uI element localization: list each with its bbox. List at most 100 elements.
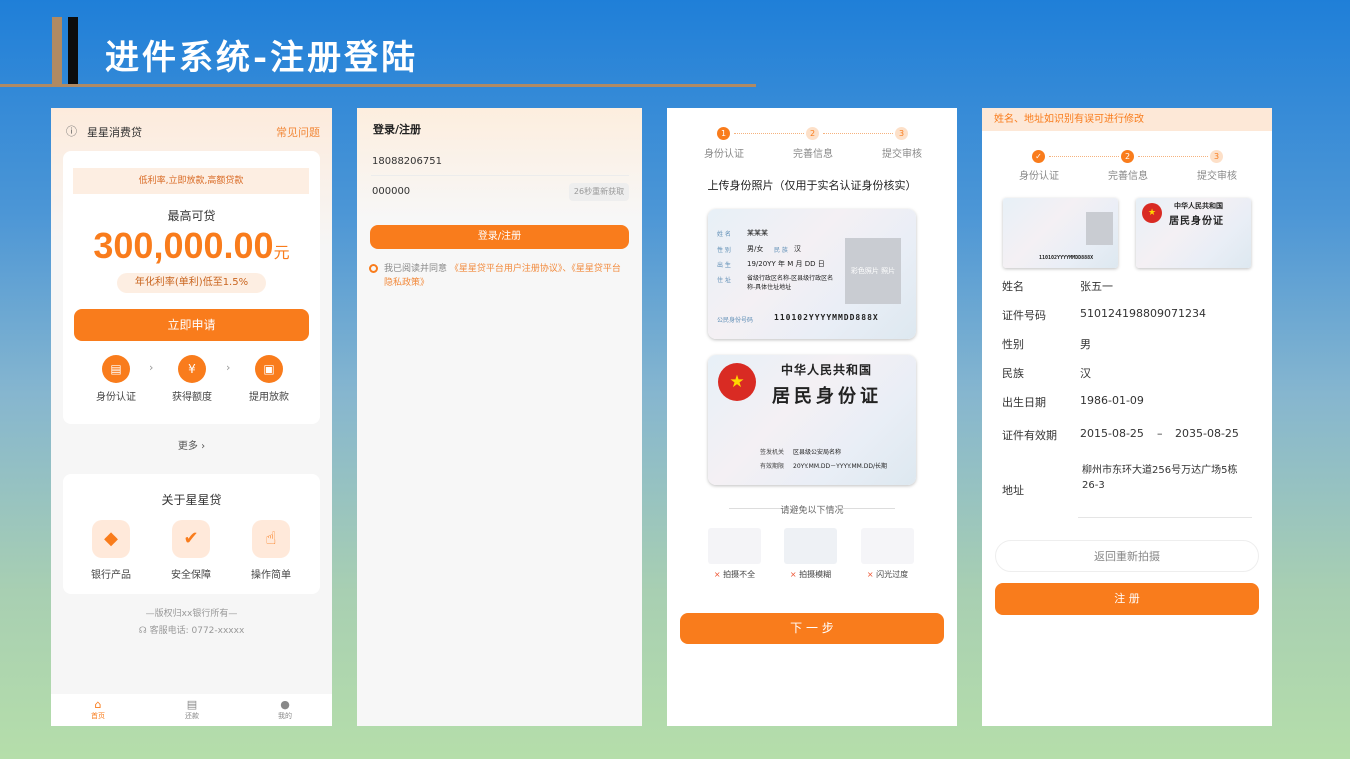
copyright: —版权归xx银行所有— bbox=[145, 609, 238, 619]
field-label: 姓 名 bbox=[717, 231, 731, 238]
step-label: 身份认证 bbox=[1019, 171, 1059, 182]
flow-step-label: 获得额度 bbox=[172, 392, 212, 403]
step-label: 提交审核 bbox=[1197, 171, 1237, 182]
photo-placeholder bbox=[1086, 212, 1113, 245]
bad-example-label: × 拍摄模糊 bbox=[789, 570, 832, 579]
document-name: 居民身份证 bbox=[1169, 216, 1224, 227]
field-label: 地址 bbox=[1002, 484, 1024, 497]
bad-example-thumb bbox=[784, 528, 837, 564]
slide-accent-bar-dark bbox=[68, 17, 78, 85]
field-value: 汉 bbox=[794, 245, 801, 253]
register-button[interactable]: 注 册 bbox=[995, 583, 1259, 615]
id-back-upload[interactable]: ★ 中华人民共和国 居民身份证 签发机关 区县级公安局名称 有效期限 20YY.… bbox=[708, 355, 916, 485]
field-label: 民族 bbox=[1002, 367, 1024, 380]
emblem-icon: ★ bbox=[1142, 203, 1162, 223]
x-icon: × bbox=[713, 570, 721, 579]
nav-home[interactable]: ⌂ 首页 bbox=[73, 698, 123, 721]
user-icon: ● bbox=[280, 698, 290, 711]
bottom-nav: ⌂ 首页 ▤ 还款 ● 我的 bbox=[51, 694, 332, 726]
divider bbox=[1078, 517, 1252, 518]
field-value: 区县级公安局名称 bbox=[793, 449, 842, 456]
gender-field[interactable]: 男 bbox=[1080, 336, 1091, 352]
login-button[interactable]: 登录/注册 bbox=[370, 225, 629, 249]
step-connector bbox=[1049, 156, 1119, 157]
step-dot-3: 3 bbox=[895, 127, 908, 140]
field-label: 公民身份号码 bbox=[717, 317, 754, 324]
field-label: 性 别 bbox=[717, 247, 731, 254]
bad-example-thumb bbox=[708, 528, 761, 564]
about-card: 关于星星贷 ◆ ✔ ☝ 银行产品 安全保障 操作简单 bbox=[63, 474, 320, 594]
phone-input[interactable]: 18088206751 bbox=[372, 156, 442, 167]
cube-icon: ◆ bbox=[92, 520, 130, 558]
about-title: 关于星星贷 bbox=[161, 493, 222, 507]
info-icon: ⓘ bbox=[66, 125, 77, 138]
field-label: 出生日期 bbox=[1002, 396, 1046, 409]
country-name: 中华人民共和国 bbox=[1174, 201, 1223, 210]
document-icon: ▤ bbox=[186, 698, 198, 711]
bad-example-label: × 闪光过度 bbox=[866, 570, 909, 579]
country-name: 中华人民共和国 bbox=[781, 363, 873, 377]
apply-button[interactable]: 立即申请 bbox=[74, 309, 309, 341]
chevron-right-icon: › bbox=[226, 361, 231, 374]
emblem-icon: ★ bbox=[718, 363, 756, 401]
more-link[interactable]: 更多 › bbox=[51, 437, 332, 452]
valid-from-field[interactable]: 2015-08-25 bbox=[1080, 427, 1144, 440]
x-icon: × bbox=[866, 570, 874, 579]
field-label: 性别 bbox=[1002, 338, 1024, 351]
name-field[interactable]: 张五一 bbox=[1080, 278, 1113, 294]
field-label: 有效期限 bbox=[760, 463, 785, 470]
id-front-upload[interactable]: 姓 名 某某某 性 别 男/女 民 族 汉 出 生 19/20YY 年 M 月 … bbox=[708, 209, 916, 339]
headset-icon: ☊ bbox=[138, 626, 147, 636]
field-label: 民 族 bbox=[774, 247, 788, 254]
loan-card: 低利率,立即放款,高额贷款 最高可贷 300,000.00元 年化利率(单利)低… bbox=[63, 151, 320, 424]
step-label: 提交审核 bbox=[882, 149, 922, 160]
id-number: 110102YYYYMMDD888X bbox=[1039, 255, 1094, 261]
code-input[interactable]: 000000 bbox=[372, 186, 410, 197]
id-front-thumb: 110102YYYYMMDD888X bbox=[1003, 198, 1118, 268]
rate-badge: 年化利率(单利)低至1.5% bbox=[117, 273, 266, 293]
loan-amount: 300,000.00元 bbox=[93, 225, 290, 266]
flow-step-label: 提用放款 bbox=[249, 392, 289, 403]
chevron-right-icon: › bbox=[149, 361, 154, 374]
slide-accent-bar bbox=[52, 17, 62, 85]
id-number-field[interactable]: 510124198809071234 bbox=[1080, 307, 1206, 320]
step-done-1: ✓ bbox=[1032, 150, 1045, 163]
address-field[interactable]: 柳州市东环大道256号万达广场5栋26-3 bbox=[1082, 463, 1252, 493]
retake-button[interactable]: 返回重新拍摄 bbox=[995, 540, 1259, 572]
feature-label: 操作简单 bbox=[251, 570, 291, 581]
field-label: 出 生 bbox=[717, 262, 731, 269]
field-label: 证件号码 bbox=[1002, 309, 1046, 322]
bad-example-label: × 拍摄不全 bbox=[713, 570, 756, 579]
max-label: 最高可贷 bbox=[167, 209, 216, 223]
promo-banner: 低利率,立即放款,高额贷款 bbox=[73, 168, 309, 194]
home-screen: ⓘ 星星消费贷 常见问题 低利率,立即放款,高额贷款 最高可贷 300,000.… bbox=[51, 108, 332, 726]
ethnicity-field[interactable]: 汉 bbox=[1080, 365, 1091, 381]
field-label: 签发机关 bbox=[760, 449, 785, 456]
agreement-text: 我已阅读并同意 《星星贷平台用户注册协议》、《星星贷平台隐私政策》 bbox=[384, 264, 621, 288]
step-dot-2: 2 bbox=[1121, 150, 1134, 163]
wallet-icon: ▣ bbox=[255, 355, 283, 383]
valid-to-field[interactable]: 2035-08-25 bbox=[1175, 427, 1239, 440]
step-label: 完善信息 bbox=[793, 149, 833, 160]
id-number: 110102YYYYMMDD888X bbox=[774, 313, 879, 322]
field-label: 姓名 bbox=[1002, 280, 1024, 293]
resend-code-button[interactable]: 26秒重新获取 bbox=[569, 183, 629, 201]
nav-profile[interactable]: ● 我的 bbox=[260, 698, 310, 721]
id-upload-screen: 1 2 3 身份认证 完善信息 提交审核 上传身份照片（仅用于实名认证身份核实）… bbox=[667, 108, 957, 726]
id-confirm-screen: 姓名、地址如识别有误可进行修改 ✓ 2 3 身份认证 完善信息 提交审核 110… bbox=[982, 108, 1272, 726]
login-screen: 登录/注册 18088206751 000000 26秒重新获取 登录/注册 我… bbox=[357, 108, 642, 726]
step-label: 完善信息 bbox=[1108, 171, 1148, 182]
field-value: 20YY.MM.DD－YYYY.MM.DD/长期 bbox=[793, 463, 888, 470]
birthdate-field[interactable]: 1986-01-09 bbox=[1080, 394, 1144, 407]
notice-banner: 姓名、地址如识别有误可进行修改 bbox=[982, 108, 1272, 131]
birth-value: 19/20YY 年 M 月 DD 日 bbox=[747, 260, 825, 268]
agree-radio[interactable] bbox=[369, 264, 378, 273]
yen-icon: ¥ bbox=[178, 355, 206, 383]
nav-repay[interactable]: ▤ 还款 bbox=[167, 698, 217, 721]
upload-heading: 上传身份照片（仅用于实名认证身份核实） bbox=[707, 179, 917, 192]
step-dot-1: 1 bbox=[717, 127, 730, 140]
avoid-heading: 请避免以下情况 bbox=[780, 506, 844, 516]
next-step-button[interactable]: 下 一 步 bbox=[680, 613, 944, 644]
faq-link[interactable]: 常见问题 bbox=[276, 124, 320, 140]
range-separator: – bbox=[1157, 427, 1163, 440]
